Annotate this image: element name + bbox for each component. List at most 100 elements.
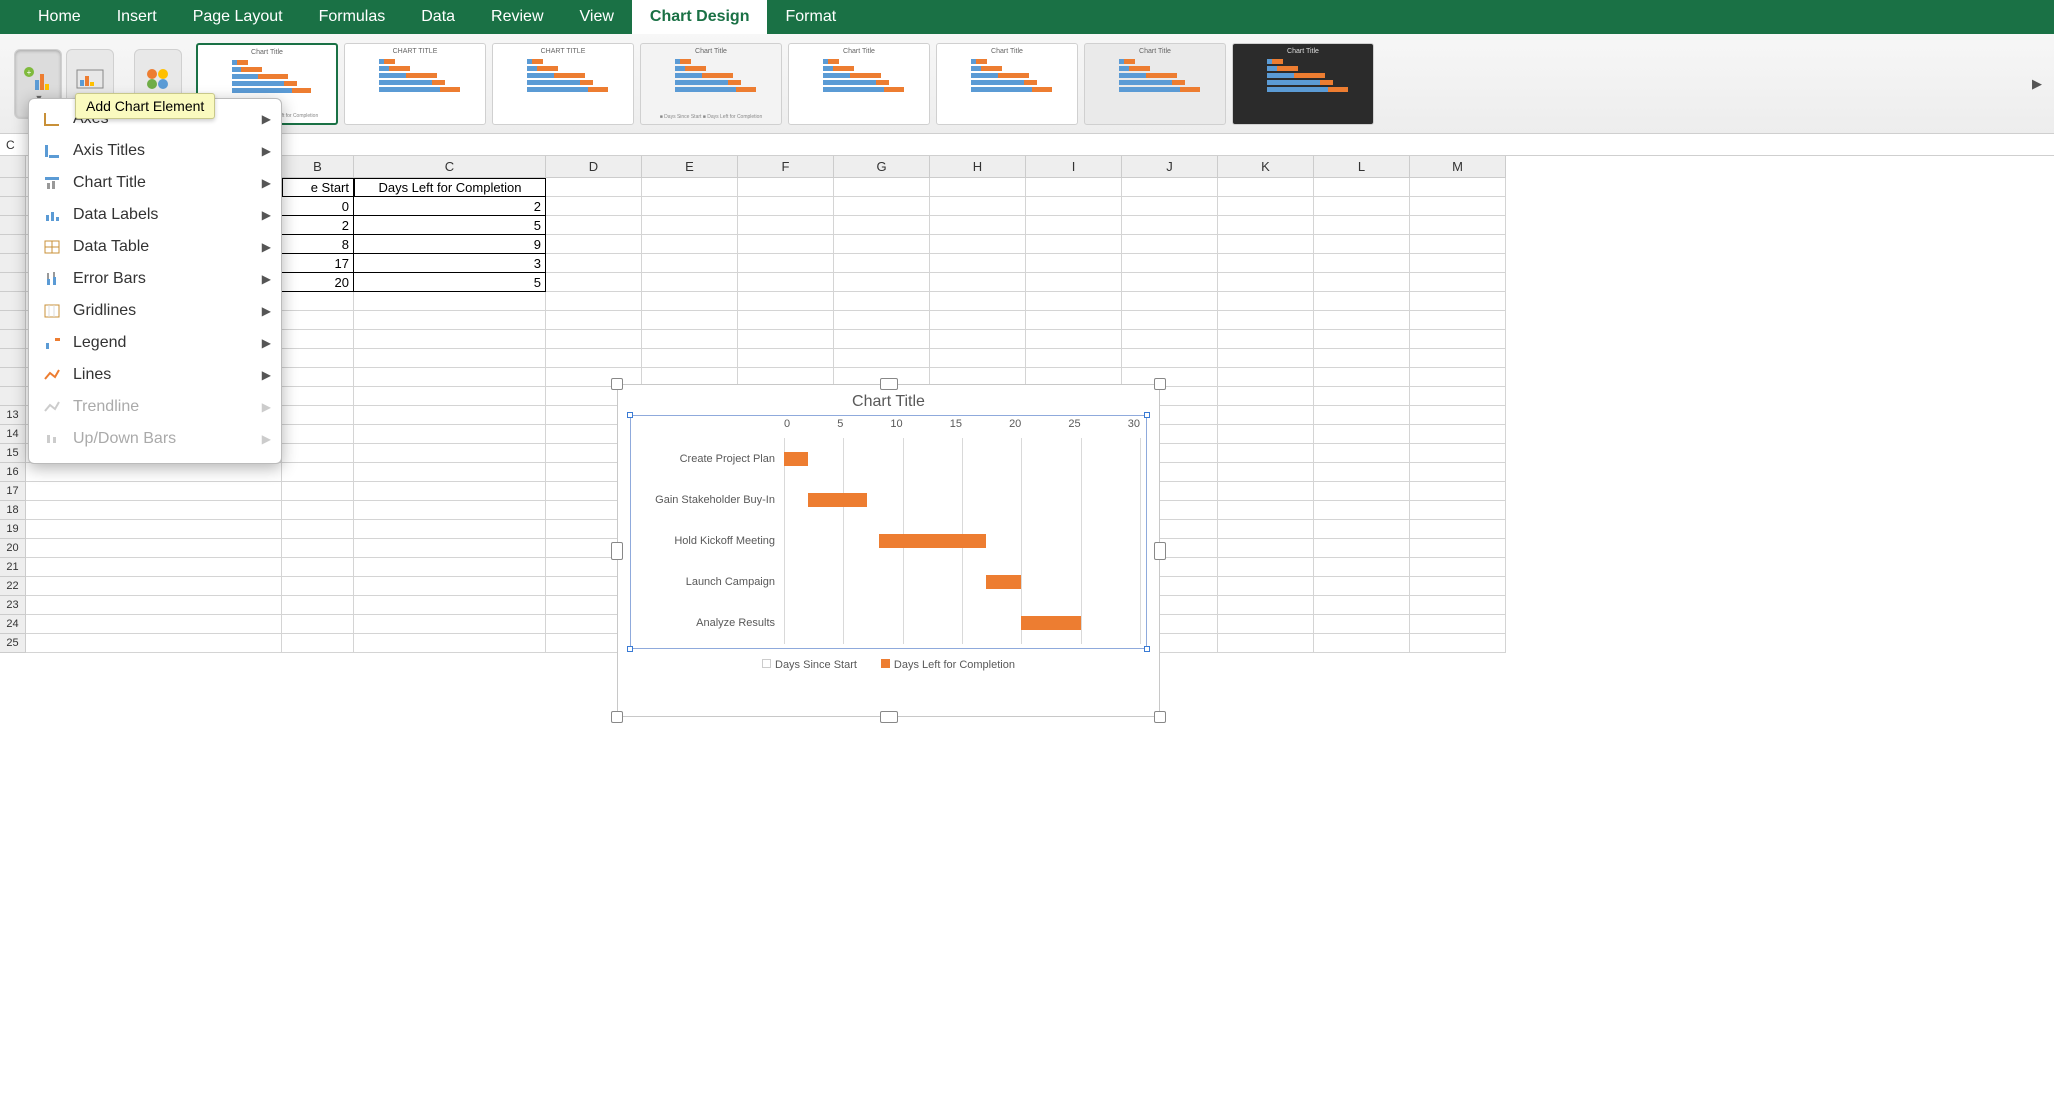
cell[interactable] xyxy=(1026,197,1122,216)
cell[interactable] xyxy=(1410,273,1506,292)
cell[interactable] xyxy=(642,330,738,349)
cell[interactable] xyxy=(1314,539,1410,558)
cell[interactable] xyxy=(834,330,930,349)
cell[interactable] xyxy=(1314,235,1410,254)
cell[interactable] xyxy=(930,178,1026,197)
cell[interactable] xyxy=(834,178,930,197)
cell[interactable] xyxy=(1410,444,1506,463)
cell[interactable] xyxy=(1314,596,1410,615)
cell[interactable]: 17 xyxy=(282,254,354,273)
cell[interactable] xyxy=(282,539,354,558)
cell[interactable] xyxy=(282,577,354,596)
cell[interactable] xyxy=(738,292,834,311)
column-header-F[interactable]: F xyxy=(738,156,834,178)
bar-row[interactable] xyxy=(784,616,1140,630)
chart-style-7[interactable]: Chart Title xyxy=(1084,43,1226,125)
cell[interactable] xyxy=(1122,235,1218,254)
cell[interactable] xyxy=(1026,216,1122,235)
cell[interactable] xyxy=(1410,425,1506,444)
cell[interactable] xyxy=(1218,558,1314,577)
cell[interactable] xyxy=(546,311,642,330)
cell[interactable]: e Start xyxy=(282,178,354,197)
cell[interactable] xyxy=(1218,596,1314,615)
tab-data[interactable]: Data xyxy=(403,0,473,34)
cell[interactable] xyxy=(834,216,930,235)
cell[interactable] xyxy=(282,387,354,406)
resize-handle[interactable] xyxy=(1154,711,1166,723)
cell[interactable] xyxy=(546,292,642,311)
tab-home[interactable]: Home xyxy=(20,0,99,34)
cell[interactable]: 9 xyxy=(354,235,546,254)
resize-handle[interactable] xyxy=(611,378,623,390)
column-header-L[interactable]: L xyxy=(1314,156,1410,178)
cell[interactable] xyxy=(1314,425,1410,444)
chart-legend[interactable]: Days Since Start Days Left for Completio… xyxy=(618,653,1159,681)
row-header[interactable]: 16 xyxy=(0,463,26,482)
cell[interactable] xyxy=(1218,349,1314,368)
menu-item-chart-title[interactable]: Chart Title▶ xyxy=(29,167,281,199)
cell[interactable] xyxy=(1410,311,1506,330)
cell[interactable] xyxy=(642,273,738,292)
cell[interactable] xyxy=(1218,235,1314,254)
cell[interactable]: 5 xyxy=(354,273,546,292)
cell[interactable] xyxy=(1218,330,1314,349)
cell[interactable] xyxy=(546,235,642,254)
cell[interactable] xyxy=(354,539,546,558)
cell[interactable] xyxy=(834,235,930,254)
cell[interactable] xyxy=(354,596,546,615)
cell[interactable] xyxy=(642,235,738,254)
row-header[interactable] xyxy=(0,311,26,330)
row-header[interactable] xyxy=(0,254,26,273)
cell[interactable] xyxy=(1026,349,1122,368)
row-header[interactable]: 22 xyxy=(0,577,26,596)
cell[interactable] xyxy=(834,254,930,273)
cell[interactable] xyxy=(738,197,834,216)
row-header[interactable] xyxy=(0,197,26,216)
row-header[interactable]: 23 xyxy=(0,596,26,615)
plot-handle[interactable] xyxy=(1144,646,1150,652)
cell[interactable] xyxy=(282,520,354,539)
cell[interactable] xyxy=(354,311,546,330)
resize-handle[interactable] xyxy=(611,711,623,723)
resize-handle[interactable] xyxy=(880,378,898,390)
cell[interactable] xyxy=(1314,292,1410,311)
cell[interactable]: 20 xyxy=(282,273,354,292)
bar-row[interactable] xyxy=(784,493,1140,507)
cell[interactable] xyxy=(354,634,546,653)
row-header[interactable] xyxy=(0,273,26,292)
row-header[interactable]: 20 xyxy=(0,539,26,558)
cell[interactable] xyxy=(1218,406,1314,425)
cell[interactable] xyxy=(282,558,354,577)
cell[interactable] xyxy=(642,254,738,273)
cell[interactable]: 2 xyxy=(354,197,546,216)
cell[interactable] xyxy=(1026,254,1122,273)
cell[interactable] xyxy=(1314,501,1410,520)
bar-row[interactable] xyxy=(784,452,1140,466)
cell[interactable] xyxy=(930,292,1026,311)
cell[interactable] xyxy=(1218,273,1314,292)
menu-item-axis-titles[interactable]: Axis Titles▶ xyxy=(29,135,281,167)
cell[interactable] xyxy=(1410,197,1506,216)
cell[interactable] xyxy=(642,178,738,197)
row-header[interactable]: 14 xyxy=(0,425,26,444)
cell[interactable] xyxy=(1122,197,1218,216)
cell[interactable] xyxy=(738,254,834,273)
cell[interactable] xyxy=(1218,178,1314,197)
plot-handle[interactable] xyxy=(1144,412,1150,418)
cell[interactable] xyxy=(354,444,546,463)
cell[interactable] xyxy=(354,368,546,387)
cell[interactable] xyxy=(1314,634,1410,653)
cell[interactable] xyxy=(834,292,930,311)
row-header[interactable] xyxy=(0,330,26,349)
name-box[interactable]: C xyxy=(0,134,2054,156)
cell[interactable] xyxy=(1026,178,1122,197)
column-header-B[interactable]: B xyxy=(282,156,354,178)
cell[interactable] xyxy=(354,558,546,577)
row-header[interactable] xyxy=(0,216,26,235)
cell[interactable] xyxy=(282,330,354,349)
cell[interactable] xyxy=(1218,539,1314,558)
cell[interactable] xyxy=(354,349,546,368)
row-header[interactable]: 24 xyxy=(0,615,26,634)
cell[interactable] xyxy=(282,463,354,482)
cell[interactable] xyxy=(1410,634,1506,653)
